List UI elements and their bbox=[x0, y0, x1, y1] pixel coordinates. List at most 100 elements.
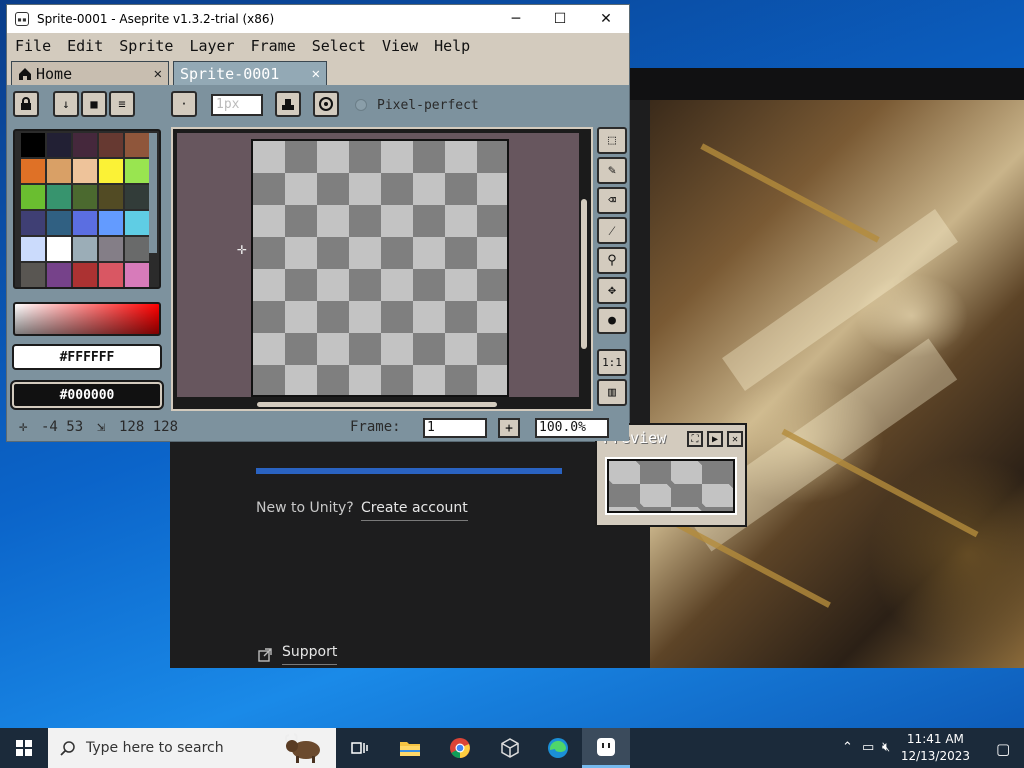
tab-home-close-icon[interactable]: ✕ bbox=[154, 66, 162, 82]
edge-icon[interactable] bbox=[534, 728, 582, 768]
menu-select[interactable]: Select bbox=[312, 37, 366, 55]
palette-scrollbar[interactable] bbox=[149, 133, 157, 253]
menu-view[interactable]: View bbox=[382, 37, 418, 55]
palette-swatch[interactable] bbox=[21, 159, 45, 183]
canvas-vertical-scrollbar[interactable] bbox=[581, 199, 587, 349]
palette-swatch[interactable] bbox=[47, 237, 71, 261]
foreground-color-field[interactable]: #FFFFFF bbox=[12, 344, 162, 370]
fill-tool-icon[interactable]: ● bbox=[597, 307, 627, 334]
palette-swatch[interactable] bbox=[99, 159, 123, 183]
preview-close-icon[interactable]: ✕ bbox=[727, 431, 743, 447]
pixel-perfect-label: Pixel-perfect bbox=[377, 98, 479, 113]
document-tabs: Home ✕ Sprite-0001 ✕ bbox=[7, 59, 629, 85]
tab-home[interactable]: Home ✕ bbox=[11, 61, 169, 85]
palette-swatch[interactable] bbox=[73, 159, 97, 183]
zoom-input[interactable]: 100.0% bbox=[535, 418, 609, 438]
palette-swatch[interactable] bbox=[47, 263, 71, 287]
lock-icon[interactable] bbox=[13, 91, 39, 117]
support-link[interactable]: Support bbox=[258, 644, 338, 665]
canvas-background: ✛ bbox=[177, 133, 579, 397]
down-arrow-icon[interactable]: ↓ bbox=[53, 91, 79, 117]
color-spectrum[interactable] bbox=[13, 302, 161, 336]
task-view-icon[interactable] bbox=[336, 728, 384, 768]
color-palette bbox=[13, 129, 161, 289]
create-account-link[interactable]: Create account bbox=[361, 500, 468, 521]
palette-swatch[interactable] bbox=[99, 211, 123, 235]
tab-sprite[interactable]: Sprite-0001 ✕ bbox=[173, 61, 327, 85]
palette-swatch[interactable] bbox=[73, 133, 97, 157]
symmetry-icon[interactable] bbox=[313, 91, 339, 117]
menu-edit[interactable]: Edit bbox=[67, 37, 103, 55]
preview-fit-icon[interactable]: ⛶ bbox=[687, 431, 703, 447]
palette-swatch[interactable] bbox=[73, 185, 97, 209]
menu-layer[interactable]: Layer bbox=[189, 37, 234, 55]
notifications-icon[interactable]: ▢ bbox=[996, 740, 1010, 758]
brush-shape-icon[interactable]: · bbox=[171, 91, 197, 117]
palette-swatch[interactable] bbox=[73, 237, 97, 261]
brush-size-input[interactable]: 1px bbox=[211, 94, 263, 116]
background-color-field[interactable]: #000000 bbox=[12, 382, 162, 408]
canvas-horizontal-scrollbar[interactable] bbox=[257, 402, 497, 407]
palette-swatch[interactable] bbox=[99, 263, 123, 287]
move-tool-icon[interactable]: ✥ bbox=[597, 277, 627, 304]
hamburger-menu-icon[interactable]: ≡ bbox=[109, 91, 135, 117]
canvas-editor[interactable]: ✛ Preview ⛶ ▶ ✕ bbox=[171, 127, 747, 527]
timeline-icon[interactable]: ▥ bbox=[597, 379, 627, 406]
clock[interactable]: 11:41 AM 12/13/2023 bbox=[901, 731, 970, 765]
palette-swatch[interactable] bbox=[21, 263, 45, 287]
palette-swatch[interactable] bbox=[125, 237, 149, 261]
menu-frame[interactable]: Frame bbox=[251, 37, 296, 55]
preview-play-icon[interactable]: ▶ bbox=[707, 431, 723, 447]
sprite-size: 128 128 bbox=[119, 419, 179, 435]
file-explorer-icon[interactable] bbox=[386, 728, 434, 768]
cursor-position-icon: ✛ bbox=[19, 419, 28, 435]
start-button[interactable] bbox=[0, 728, 48, 768]
palette-swatch[interactable] bbox=[125, 185, 149, 209]
document-icon[interactable]: ■ bbox=[81, 91, 107, 117]
palette-swatch[interactable] bbox=[21, 133, 45, 157]
zoom-tool-icon[interactable]: ⚲ bbox=[597, 247, 627, 274]
palette-swatch[interactable] bbox=[21, 211, 45, 235]
palette-swatch[interactable] bbox=[99, 185, 123, 209]
menu-sprite[interactable]: Sprite bbox=[119, 37, 173, 55]
pencil-tool-icon[interactable]: ✎ bbox=[597, 157, 627, 184]
eyedropper-tool-icon[interactable]: ⁄ bbox=[597, 217, 627, 244]
aseprite-taskbar-icon[interactable] bbox=[582, 728, 630, 768]
menu-help[interactable]: Help bbox=[434, 37, 470, 55]
show-hidden-icons-icon[interactable]: ⌃ bbox=[842, 740, 853, 755]
palette-swatch[interactable] bbox=[125, 263, 149, 287]
palette-swatch[interactable] bbox=[47, 133, 71, 157]
palette-swatch[interactable] bbox=[73, 263, 97, 287]
maximize-button[interactable]: ☐ bbox=[537, 5, 583, 33]
add-frame-button[interactable]: + bbox=[498, 418, 520, 438]
unity-hub-icon[interactable] bbox=[486, 728, 534, 768]
sprite-canvas[interactable] bbox=[251, 139, 509, 397]
palette-swatch[interactable] bbox=[21, 185, 45, 209]
volume-muted-icon[interactable]: 🔇︎ bbox=[882, 740, 890, 755]
palette-swatch[interactable] bbox=[125, 159, 149, 183]
palette-swatch[interactable] bbox=[125, 211, 149, 235]
pixel-ratio-button[interactable]: 1:1 bbox=[597, 349, 627, 376]
eraser-tool-icon[interactable]: ⌫ bbox=[597, 187, 627, 214]
close-button[interactable]: ✕ bbox=[583, 5, 629, 33]
marquee-tool-icon[interactable]: ⬚ bbox=[597, 127, 627, 154]
menu-file[interactable]: File bbox=[15, 37, 51, 55]
palette-swatch[interactable] bbox=[47, 211, 71, 235]
palette-swatch[interactable] bbox=[47, 159, 71, 183]
chrome-icon[interactable] bbox=[436, 728, 484, 768]
taskbar-search[interactable]: Type here to search bbox=[48, 728, 336, 768]
frame-input[interactable]: 1 bbox=[423, 418, 487, 438]
minimize-button[interactable]: ─ bbox=[493, 5, 539, 33]
unity-signin-button[interactable] bbox=[256, 468, 562, 474]
palette-swatch[interactable] bbox=[125, 133, 149, 157]
ink-icon[interactable] bbox=[275, 91, 301, 117]
palette-swatch[interactable] bbox=[99, 133, 123, 157]
pixel-perfect-checkbox[interactable] bbox=[355, 99, 367, 111]
aseprite-titlebar[interactable]: ▪▪ Sprite-0001 - Aseprite v1.3.2-trial (… bbox=[7, 5, 629, 33]
network-icon[interactable]: ▭ bbox=[862, 740, 874, 755]
tab-sprite-close-icon[interactable]: ✕ bbox=[312, 66, 320, 82]
palette-swatch[interactable] bbox=[47, 185, 71, 209]
palette-swatch[interactable] bbox=[73, 211, 97, 235]
palette-swatch[interactable] bbox=[99, 237, 123, 261]
palette-swatch[interactable] bbox=[21, 237, 45, 261]
